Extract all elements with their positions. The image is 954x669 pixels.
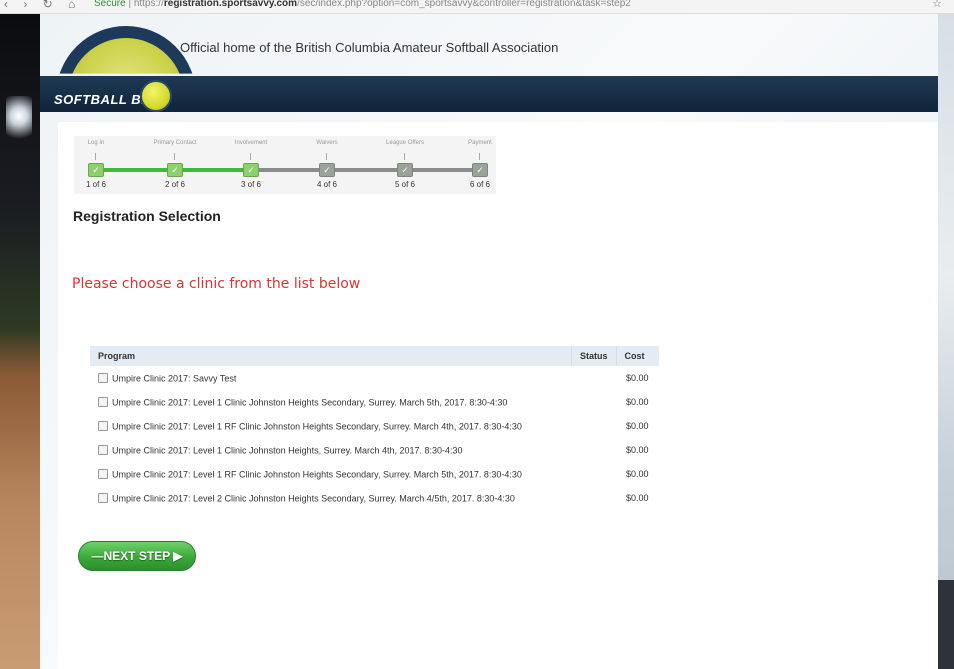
progress-line-pending [252,168,472,172]
program-name: Umpire Clinic 2017: Level 1 RF Clinic Jo… [112,469,522,480]
step-count: 2 of 6 [164,180,185,189]
program-name: Umpire Clinic 2017: Level 1 Clinic Johns… [112,397,508,408]
cost-cell: $0.00 [625,421,649,431]
table-row: Umpire Clinic 2017: Level 1 Clinic Johns… [90,438,659,462]
step-title: Payment [468,140,492,146]
status-cell [572,438,617,462]
instructions-text: Please choose a clinic from the list bel… [72,276,361,292]
column-header-cost: Cost [616,346,659,366]
status-cell [572,486,617,510]
checkbox-icon[interactable] [98,493,108,504]
check-icon: ✓ [167,163,183,177]
column-header-status: Status [571,346,617,366]
table-row: Umpire Clinic 2017: Savvy Test $0.00 [90,366,659,390]
cost-cell: $0.00 [625,373,649,383]
program-cell: Umpire Clinic 2017: Level 1 RF Clinic Jo… [90,414,572,438]
check-icon: ✓ [397,163,413,177]
next-step-button[interactable]: —NEXT STEP ▶ [78,541,196,571]
progress-steps: Log In ✓ 1 of 6 Primary Contact ✓ 2 of 6… [74,136,496,194]
checkbox-icon[interactable] [98,373,108,384]
program-cell: Umpire Clinic 2017: Level 1 Clinic Johns… [90,390,572,414]
program-table: Program Status Cost Umpire Clinic 2017: … [90,346,659,510]
program-name: Umpire Clinic 2017: Savvy Test [112,373,237,384]
browser-toolbar: ‹ › ↻ ⌂ Secure | https://registration.sp… [0,0,954,14]
checkbox-icon[interactable] [98,421,108,432]
table-row: Umpire Clinic 2017: Level 1 RF Clinic Jo… [90,462,659,486]
cost-cell: $0.00 [625,469,649,479]
status-cell [572,366,617,390]
step-count: 4 of 6 [316,180,337,189]
step-4: Waivers ✓ 4 of 6 [307,136,347,194]
site-tagline: Official home of the British Columbia Am… [180,40,559,55]
table-header-row: Program Status Cost [90,346,659,366]
program-cell: Umpire Clinic 2017: Level 2 Clinic Johns… [90,486,572,510]
program-cell: Umpire Clinic 2017: Savvy Test [90,366,572,390]
site-frame: SOFTBALL B.C. Official home of the Briti… [40,14,938,669]
secure-label: Secure [94,0,126,9]
program-cell: Umpire Clinic 2017: Level 1 Clinic Johns… [90,438,572,462]
status-cell [572,414,617,438]
check-icon: ✓ [472,163,488,177]
step-2: Primary Contact ✓ 2 of 6 [153,136,196,194]
step-count: 1 of 6 [85,180,106,189]
check-icon: ✓ [319,163,335,177]
check-icon: ✓ [88,163,104,177]
table-row: Umpire Clinic 2017: Level 1 Clinic Johns… [90,390,659,414]
step-1: Log In ✓ 1 of 6 [76,136,116,194]
step-count: 5 of 6 [394,180,415,189]
table-row: Umpire Clinic 2017: Level 1 RF Clinic Jo… [90,414,659,438]
status-cell [572,462,617,486]
step-3: Involvement ✓ 3 of 6 [231,136,271,194]
check-icon: ✓ [243,163,259,177]
program-name: Umpire Clinic 2017: Level 1 Clinic Johns… [112,445,463,456]
status-cell [572,390,617,414]
program-name: Umpire Clinic 2017: Level 1 RF Clinic Jo… [112,421,522,432]
address-bar[interactable]: Secure | https://registration.sportsavvy… [94,0,631,9]
site-navbar [40,76,938,112]
browser-nav-buttons[interactable]: ‹ › ↻ ⌂ [4,0,81,11]
stadium-lights [6,96,32,146]
page-title: Registration Selection [73,208,221,224]
cost-cell: $0.00 [625,493,649,503]
checkbox-icon[interactable] [98,445,108,456]
softball-ball-icon [140,80,172,112]
cost-cell: $0.00 [625,445,649,455]
main-content: Log In ✓ 1 of 6 Primary Contact ✓ 2 of 6… [58,122,938,669]
step-5: League Offers ✓ 5 of 6 [385,136,425,194]
step-6: Payment ✓ 6 of 6 [460,136,500,194]
url-host: registration.sportsavvy.com [163,0,298,9]
table-row: Umpire Clinic 2017: Level 2 Clinic Johns… [90,486,659,510]
cost-cell: $0.00 [625,397,649,407]
checkbox-icon[interactable] [98,469,108,480]
checkbox-icon[interactable] [98,397,108,408]
step-count: 3 of 6 [240,180,261,189]
bookmark-star-icon[interactable]: ☆ [932,0,942,10]
url-path: /sec/index.php?option=com_sportsavvy&con… [297,0,631,9]
program-cell: Umpire Clinic 2017: Level 1 RF Clinic Jo… [90,462,572,486]
background-right-dark [938,580,954,669]
column-header-program: Program [90,346,572,366]
program-name: Umpire Clinic 2017: Level 2 Clinic Johns… [112,493,515,504]
background-right [938,14,954,669]
step-count: 6 of 6 [469,180,490,189]
